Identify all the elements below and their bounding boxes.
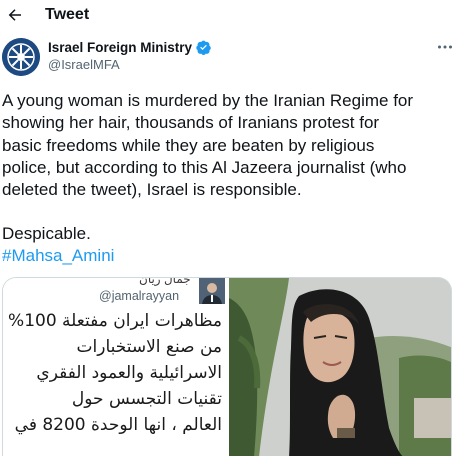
- embedded-author-handle: @jamalrayyan: [99, 289, 180, 303]
- tweet-text-line: deleted the tweet), Israel is responsibl…: [2, 180, 302, 200]
- author-handle[interactable]: @IsraelMFA: [48, 56, 120, 73]
- verified-badge-icon: [196, 40, 211, 55]
- back-button[interactable]: [4, 4, 26, 26]
- embedded-tweet-screenshot[interactable]: جمال ريان @jamalrayyan مظاهرات ايران مفت…: [3, 278, 228, 456]
- author-name-label: Israel Foreign Ministry: [48, 40, 193, 55]
- tweet-text-line: showing her hair, thousands of Iranians …: [2, 113, 380, 133]
- more-options-button[interactable]: [434, 38, 456, 56]
- tweet-text-line: police, but according to this Al Jazeera…: [2, 157, 407, 177]
- hashtag-link[interactable]: #Mahsa_Amini: [2, 245, 114, 267]
- tweet-text-line: A young woman is murdered by the Iranian…: [2, 91, 414, 110]
- photo-woman[interactable]: [229, 278, 451, 456]
- back-arrow-icon: [8, 9, 21, 21]
- embedded-author-name: جمال ريان: [139, 277, 191, 286]
- person-icon: [199, 278, 225, 304]
- top-bar: Tweet: [0, 0, 462, 30]
- tweet-author: Israel Foreign Ministry @IsraelMFA: [0, 36, 462, 80]
- tweet-text-line: basic freedoms while they are beaten by …: [2, 135, 375, 155]
- embedded-tweet-line: الاسرائيلية والعمود الفقري: [36, 363, 222, 383]
- embedded-tweet-line: العالم ، انها الوحدة 8200 في: [14, 415, 222, 435]
- author-name[interactable]: Israel Foreign Ministry: [48, 39, 211, 56]
- tweet-sign-off: Despicable.: [2, 224, 91, 243]
- embedded-tweet-line: من صنع الاستخبارات: [76, 337, 222, 357]
- ministry-logo-icon: [2, 38, 40, 76]
- embedded-tweet-text: مظاهرات ايران مفتعلة 100% من صنع الاستخب…: [3, 308, 222, 438]
- more-options-icon: [438, 45, 452, 49]
- embedded-tweet-line: مظاهرات ايران مفتعلة 100%: [8, 311, 222, 331]
- tweet-media[interactable]: جمال ريان @jamalrayyan مظاهرات ايران مفت…: [2, 277, 452, 456]
- avatar[interactable]: [2, 38, 40, 76]
- page-title: Tweet: [45, 6, 90, 23]
- woman-photo-image: [229, 278, 451, 456]
- embedded-avatar: [199, 278, 225, 304]
- embedded-tweet-line: تقنيات التجسس حول: [71, 389, 222, 409]
- tweet-text: A young woman is murdered by the Iranian…: [2, 90, 462, 201]
